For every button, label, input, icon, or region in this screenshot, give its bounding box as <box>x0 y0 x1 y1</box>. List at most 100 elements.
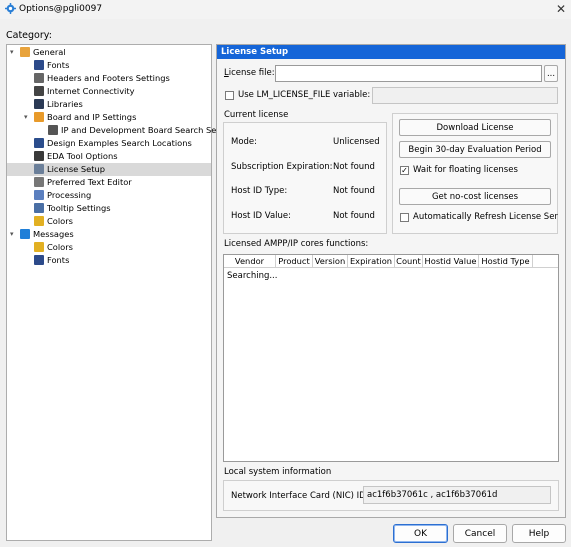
column-header-hostid-value[interactable]: Hostid Value <box>423 255 479 268</box>
board-search-icon <box>48 125 58 135</box>
use-env-label: Use LM_LICENSE_FILE variable: <box>238 90 371 100</box>
tooltip-icon <box>34 203 44 213</box>
cores-functions-label: Licensed AMPP/IP cores functions: <box>224 239 369 249</box>
expand-arrow-icon[interactable]: ▾ <box>24 111 32 124</box>
tree-item-label: Libraries <box>47 99 83 109</box>
env-variable-input <box>372 87 558 104</box>
tree-item-processing[interactable]: Processing <box>7 189 211 202</box>
auto-refresh-checkbox[interactable] <box>400 213 409 222</box>
tree-item-fonts[interactable]: Fonts <box>7 254 211 267</box>
subscription-value: Not found <box>333 162 375 172</box>
tree-item-ip-and-development-board-search-setting[interactable]: IP and Development Board Search Setting <box>7 124 236 137</box>
get-nocost-licenses-button[interactable]: Get no-cost licenses <box>399 188 551 205</box>
tree-item-label: Design Examples Search Locations <box>47 138 192 148</box>
tree-item-label: EDA Tool Options <box>47 151 118 161</box>
mode-label: Mode: <box>231 137 258 147</box>
hostid-type-label: Host ID Type: <box>231 186 288 196</box>
license-file-label-rest: icense file: <box>228 68 275 78</box>
tree-item-label: General <box>33 47 66 57</box>
use-env-checkbox[interactable] <box>225 91 234 100</box>
eda-icon <box>34 151 44 161</box>
hostid-type-value: Not found <box>333 186 375 196</box>
design-icon <box>34 138 44 148</box>
mode-value: Unlicensed <box>333 137 380 147</box>
ok-button[interactable]: OK <box>393 524 448 543</box>
column-header-count[interactable]: Count <box>395 255 423 268</box>
font-icon <box>34 255 44 265</box>
column-header-hostid-type[interactable]: Hostid Type <box>479 255 533 268</box>
local-info-label: Local system information <box>224 467 332 477</box>
tree-item-design-examples-search-locations[interactable]: Design Examples Search Locations <box>7 137 211 150</box>
tree-item-headers-and-footers-settings[interactable]: Headers and Footers Settings <box>7 72 211 85</box>
text-editor-icon <box>34 177 44 187</box>
panel-header: License Setup <box>217 45 565 59</box>
tree-item-label: Colors <box>47 242 73 252</box>
nic-value: ac1f6b37061c , ac1f6b37061d <box>367 490 498 500</box>
evaluation-period-button[interactable]: Begin 30-day Evaluation Period <box>399 141 551 158</box>
font-icon <box>34 60 44 70</box>
close-icon[interactable]: ✕ <box>553 1 569 17</box>
tree-item-label: Tooltip Settings <box>47 203 111 213</box>
license-file-input[interactable] <box>275 65 542 82</box>
board-icon <box>34 112 44 122</box>
tree-item-label: Board and IP Settings <box>47 112 137 122</box>
tree-item-label: IP and Development Board Search Setting <box>61 125 236 135</box>
tree-item-board-and-ip-settings[interactable]: ▾ Board and IP Settings <box>7 111 211 124</box>
tree-item-fonts[interactable]: Fonts <box>7 59 211 72</box>
tree-item-label: Colors <box>47 216 73 226</box>
tree-item-colors[interactable]: Colors <box>7 241 211 254</box>
hostid-value-value: Not found <box>333 211 375 221</box>
general-icon <box>20 47 30 57</box>
category-label: Category: <box>6 30 52 41</box>
tree-item-tooltip-settings[interactable]: Tooltip Settings <box>7 202 211 215</box>
help-button[interactable]: Help <box>512 524 566 543</box>
tree-item-internet-connectivity[interactable]: Internet Connectivity <box>7 85 211 98</box>
subscription-label: Subscription Expiration: <box>231 162 333 172</box>
tree-item-eda-tool-options[interactable]: EDA Tool Options <box>7 150 211 163</box>
window-title: Options@pgli0097 <box>19 4 103 14</box>
folder-icon <box>34 99 44 109</box>
current-license-label: Current license <box>224 110 289 120</box>
browse-button[interactable]: ... <box>544 65 558 82</box>
tree-item-label: Headers and Footers Settings <box>47 73 170 83</box>
tree-item-libraries[interactable]: Libraries <box>7 98 211 111</box>
wait-floating-label: Wait for floating licenses <box>413 165 518 175</box>
page-icon <box>34 73 44 83</box>
download-license-button[interactable]: Download License <box>399 119 551 136</box>
processing-icon <box>34 190 44 200</box>
nic-value-field: ac1f6b37061c , ac1f6b37061d <box>363 486 551 504</box>
tree-item-preferred-text-editor[interactable]: Preferred Text Editor <box>7 176 211 189</box>
hostid-value-label: Host ID Value: <box>231 211 292 221</box>
column-header-product[interactable]: Product <box>276 255 313 268</box>
gear-icon <box>5 3 16 14</box>
messages-icon <box>20 229 30 239</box>
tree-item-label: Processing <box>47 190 92 200</box>
globe-icon <box>34 86 44 96</box>
license-icon <box>34 164 44 174</box>
cancel-button[interactable]: Cancel <box>453 524 507 543</box>
tree-item-general[interactable]: ▾ General <box>7 46 211 59</box>
tree-item-label: Messages <box>33 229 74 239</box>
table-status: Searching... <box>227 271 278 281</box>
tree-item-label: License Setup <box>47 164 106 174</box>
tree-item-label: Internet Connectivity <box>47 86 135 96</box>
nic-label: Network Interface Card (NIC) ID: <box>231 491 369 501</box>
license-file-label: License file: <box>224 68 275 78</box>
tree-item-messages[interactable]: ▾ Messages <box>7 228 211 241</box>
tree-item-license-setup[interactable]: License Setup <box>7 163 211 176</box>
colors-icon <box>34 216 44 226</box>
column-header-version[interactable]: Version <box>313 255 348 268</box>
expand-arrow-icon[interactable]: ▾ <box>10 46 18 59</box>
column-header-filler <box>533 255 558 268</box>
colors-icon <box>34 242 44 252</box>
auto-refresh-label: Automatically Refresh License Ser <box>413 212 558 222</box>
expand-arrow-icon[interactable]: ▾ <box>10 228 18 241</box>
column-header-vendor[interactable]: Vendor <box>224 255 276 268</box>
licensed-cores-table[interactable]: Searching... Vendor Product Version Expirat… <box>223 254 559 462</box>
wait-floating-checkbox[interactable]: ✓ <box>400 166 409 175</box>
column-header-expiration[interactable]: Expiration <box>348 255 395 268</box>
category-tree[interactable]: ▾ General Fonts Headers and Footers Setting… <box>6 44 236 541</box>
tree-item-label: Preferred Text Editor <box>47 177 132 187</box>
tree-item-colors[interactable]: Colors <box>7 215 211 228</box>
tree-item-label: Fonts <box>47 255 70 265</box>
